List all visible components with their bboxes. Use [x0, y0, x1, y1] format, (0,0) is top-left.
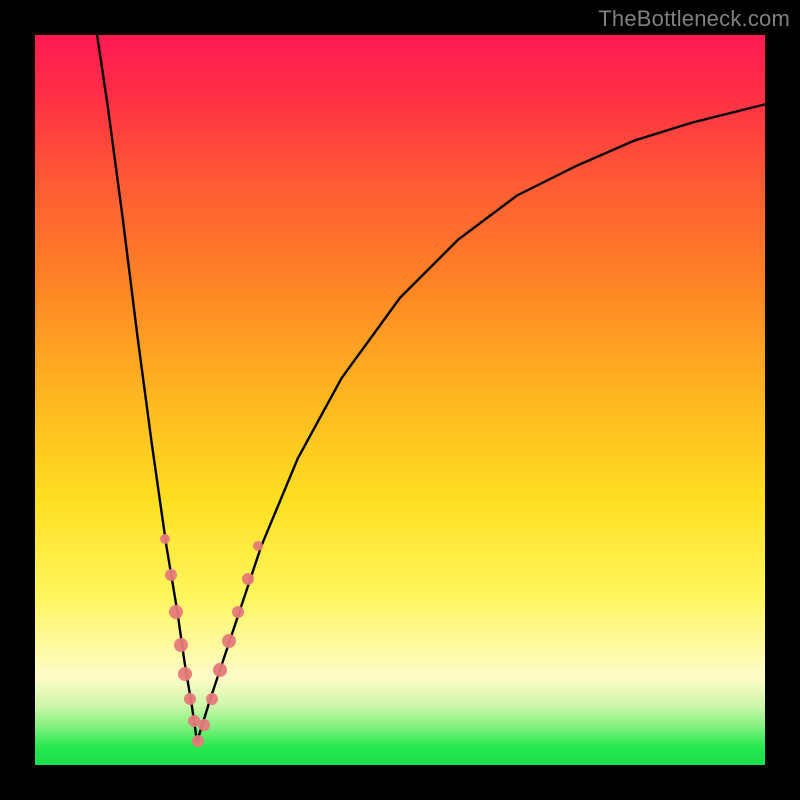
chart-frame: TheBottleneck.com: [0, 0, 800, 800]
heat-gradient: [35, 35, 765, 765]
plot-area: [35, 35, 765, 765]
watermark-text: TheBottleneck.com: [598, 6, 790, 32]
